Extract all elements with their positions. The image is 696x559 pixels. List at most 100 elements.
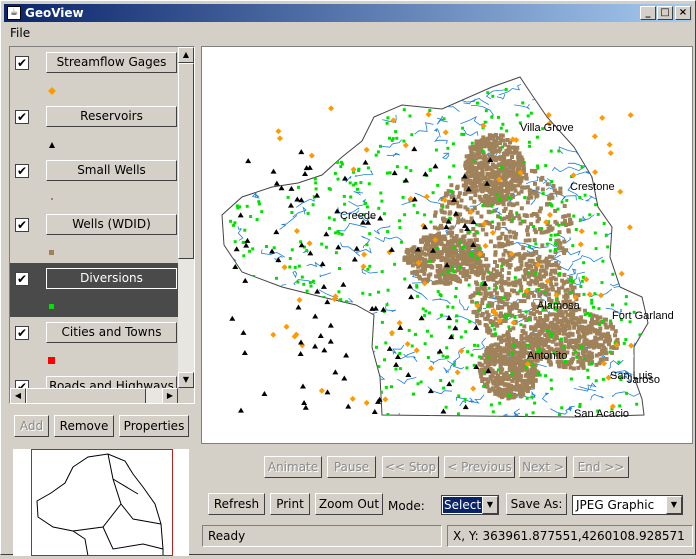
well-point <box>550 339 555 344</box>
diversion-point <box>601 319 605 323</box>
well-point <box>515 145 520 150</box>
overview-map[interactable] <box>13 449 189 557</box>
diversion-point <box>328 226 331 230</box>
map-canvas[interactable]: Villa Grove Crestone Creede Fort Garland… <box>201 46 693 444</box>
layer-button[interactable]: Diversions <box>46 268 177 289</box>
layer-checkbox[interactable]: ✔ <box>15 272 29 286</box>
layer-checkbox[interactable]: ✔ <box>15 164 29 178</box>
end-button[interactable]: End >> <box>573 456 629 478</box>
well-point <box>499 278 504 283</box>
well-point <box>483 162 488 167</box>
diversion-point <box>223 393 227 397</box>
well-point <box>468 164 473 169</box>
print-button[interactable]: Print <box>270 493 310 515</box>
layer-button[interactable]: Wells (WDID) <box>46 214 177 235</box>
layer-checkbox[interactable]: ✔ <box>15 56 29 70</box>
diversion-point <box>258 403 262 407</box>
layer-item-reservoirs[interactable]: ✔ Reservoirs <box>10 101 178 155</box>
well-point <box>589 321 594 325</box>
layer-checkbox[interactable]: ✔ <box>15 326 29 340</box>
diversion-point <box>246 112 249 116</box>
well-point <box>529 264 534 269</box>
diversion-point <box>624 302 628 306</box>
layer-item-small-wells[interactable]: ✔ Small Wells <box>10 155 178 209</box>
river-segment <box>235 373 254 381</box>
diversion-point <box>620 196 624 200</box>
layer-button[interactable]: Cities and Towns <box>46 322 177 343</box>
add-button[interactable]: Add <box>14 415 49 437</box>
close-button[interactable]: × <box>675 6 691 20</box>
scroll-down-arrow-icon[interactable]: ▼ <box>178 372 194 388</box>
chevron-down-icon[interactable]: ▼ <box>666 496 682 514</box>
layer-item-streamflow-gages[interactable]: ✔ Streamflow Gages <box>10 47 178 101</box>
layer-list-horizontal-scrollbar[interactable]: ◀ ▶ <box>10 388 178 403</box>
diversion-point <box>579 345 583 349</box>
gage-point <box>296 297 303 304</box>
scroll-thumb[interactable] <box>26 388 146 403</box>
diversion-point <box>498 401 502 405</box>
river-segment <box>312 163 318 170</box>
scroll-left-arrow-icon[interactable]: ◀ <box>10 388 26 403</box>
well-point <box>502 243 507 248</box>
well-point <box>487 144 492 149</box>
diversion-point <box>578 196 582 199</box>
diversion-point <box>540 227 544 230</box>
well-point <box>558 312 563 317</box>
layer-list-vertical-scrollbar[interactable]: ▲ ▼ <box>178 47 194 388</box>
layer-item-wells-wdid[interactable]: ✔ Wells (WDID) <box>10 209 178 263</box>
well-point <box>482 353 487 358</box>
well-point <box>546 226 551 231</box>
minimize-button[interactable]: _ <box>640 6 656 20</box>
well-point <box>507 229 512 234</box>
diversion-point <box>525 396 529 400</box>
animate-button[interactable]: Animate <box>264 456 322 478</box>
well-point <box>521 343 526 348</box>
remove-button[interactable]: Remove <box>54 415 114 437</box>
well-point <box>492 272 497 277</box>
diversion-point <box>625 83 629 87</box>
diversion-point <box>380 199 384 203</box>
diversion-point <box>368 293 372 297</box>
format-select[interactable]: JPEG Graphic ▼ <box>572 495 683 515</box>
layer-checkbox[interactable]: ✔ <box>15 110 29 124</box>
next-button[interactable]: Next > <box>519 456 567 478</box>
maximize-button[interactable]: □ <box>657 6 673 20</box>
layer-item-cities-and-towns[interactable]: ✔ Cities and Towns <box>10 317 178 371</box>
save-as-button[interactable]: Save As: <box>506 493 567 515</box>
previous-button[interactable]: < Previous <box>444 456 515 478</box>
diversion-point <box>476 344 480 348</box>
scroll-right-arrow-icon[interactable]: ▶ <box>162 388 178 403</box>
menu-file[interactable]: File <box>10 26 30 40</box>
well-point <box>454 264 459 268</box>
chevron-down-icon[interactable]: ▼ <box>482 496 498 514</box>
well-point <box>502 346 507 351</box>
diversion-point <box>428 259 432 263</box>
properties-button[interactable]: Properties <box>119 415 189 437</box>
scroll-thumb[interactable] <box>178 63 194 259</box>
scroll-up-arrow-icon[interactable]: ▲ <box>178 47 194 63</box>
well-point <box>478 259 483 264</box>
diversion-point <box>236 372 239 375</box>
diversion-point <box>498 198 502 202</box>
mode-select[interactable]: Select ▼ <box>441 495 499 515</box>
diversion-point <box>637 234 641 238</box>
river-segment <box>364 93 371 104</box>
layer-item-diversions[interactable]: ✔ Diversions <box>10 263 178 317</box>
diversion-point <box>296 280 300 284</box>
overview-extent-box[interactable] <box>31 449 173 556</box>
layer-button[interactable]: Reservoirs <box>46 106 177 127</box>
pause-button[interactable]: Pause <box>327 456 376 478</box>
refresh-button[interactable]: Refresh <box>208 493 265 515</box>
well-point <box>527 259 532 264</box>
well-point <box>594 331 599 335</box>
well-point <box>491 136 496 141</box>
layer-checkbox[interactable]: ✔ <box>15 218 29 232</box>
well-point <box>519 189 524 194</box>
layer-button[interactable]: Streamflow Gages <box>46 52 177 73</box>
layer-button[interactable]: Small Wells <box>46 160 177 181</box>
diversion-point <box>553 87 557 91</box>
stop-button[interactable]: << Stop <box>382 456 439 478</box>
diversion-point <box>515 113 519 117</box>
diversion-point <box>476 231 480 235</box>
zoom-out-button[interactable]: Zoom Out <box>315 493 383 515</box>
